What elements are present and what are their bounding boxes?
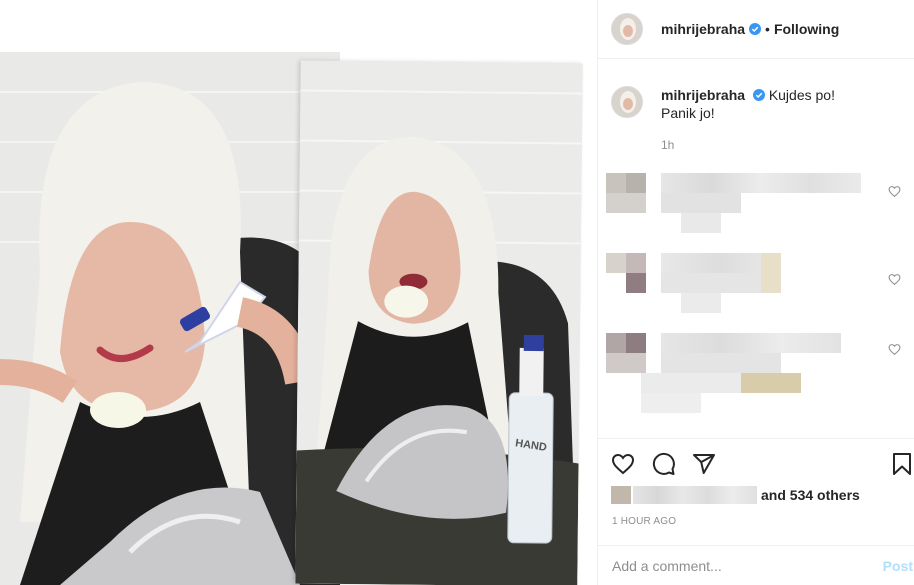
photo-left — [0, 52, 340, 585]
comment-button[interactable] — [652, 452, 676, 476]
heart-icon — [611, 453, 635, 475]
blurred-liker-name — [633, 486, 757, 504]
like-button[interactable] — [611, 452, 635, 476]
blurred-comment — [606, 173, 868, 243]
caption-line2: Panik jo! — [661, 105, 715, 121]
bookmark-icon — [893, 453, 911, 475]
likes-summary[interactable]: and 534 others — [611, 486, 860, 504]
comments-list[interactable]: mihrijebraha Kujdes po! Panik jo! 1h — [598, 60, 914, 438]
small-heart-icon[interactable] — [888, 185, 901, 198]
small-heart-icon[interactable] — [888, 273, 901, 286]
header-username[interactable]: mihrijebraha — [661, 21, 745, 37]
post-media[interactable]: HAND — [0, 0, 597, 585]
caption-avatar[interactable] — [611, 86, 643, 118]
blurred-comment — [606, 253, 868, 313]
post-header: mihrijebraha • Following — [598, 0, 914, 59]
avatar[interactable] — [611, 13, 643, 45]
caption-time[interactable]: 1h — [661, 138, 674, 152]
following-button[interactable]: Following — [774, 21, 839, 37]
post-actions: and 534 others 1 HOUR AGO Post — [598, 438, 914, 585]
share-icon — [693, 454, 715, 474]
post-timestamp[interactable]: 1 HOUR AGO — [612, 516, 676, 527]
comment-input[interactable] — [612, 558, 862, 574]
caption-line1: Kujdes po! — [768, 87, 835, 103]
photo-right: HAND — [295, 60, 583, 585]
blurred-comment — [606, 333, 868, 413]
verified-badge-icon — [749, 23, 762, 35]
liker-avatar — [611, 486, 631, 504]
verified-badge-icon — [752, 89, 765, 101]
post-side-panel: mihrijebraha • Following mihrijebraha Ku… — [597, 0, 914, 585]
header-separator: • — [765, 21, 770, 37]
likes-count[interactable]: and 534 others — [761, 487, 860, 503]
small-heart-icon[interactable] — [888, 343, 901, 356]
post-viewer: HAND mihrijebraha • Following mihrijebra… — [0, 0, 914, 585]
share-button[interactable] — [692, 452, 716, 476]
post-button[interactable]: Post — [883, 558, 913, 574]
comment-icon — [652, 452, 675, 475]
caption-username[interactable]: mihrijebraha — [661, 87, 745, 103]
add-comment-bar: Post — [598, 545, 914, 585]
caption-text: mihrijebraha Kujdes po! Panik jo! — [661, 86, 901, 122]
save-button[interactable] — [890, 452, 914, 476]
